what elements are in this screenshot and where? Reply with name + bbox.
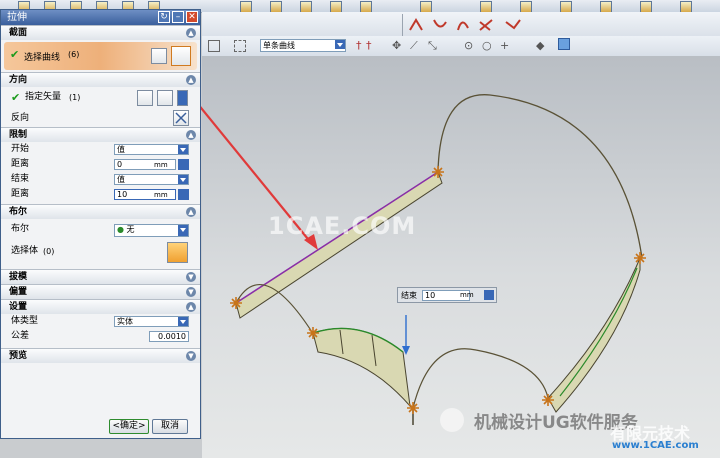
reset-icon[interactable]: ↻ [158, 11, 170, 23]
vector-label: 指定矢量 [25, 92, 62, 102]
vector-row[interactable]: ✔ 指定矢量 (1) [1, 87, 200, 109]
check-icon: ✔ [10, 48, 20, 61]
select-curve-label: 选择曲线 [24, 53, 61, 63]
collapse-icon[interactable]: ▲ [186, 302, 196, 312]
curve-icon[interactable] [171, 46, 191, 66]
float-unit: mm [460, 291, 474, 299]
watermark-site: www.1CAE.com [612, 440, 699, 451]
select-body-count: (0) [43, 247, 55, 256]
collapse-icon[interactable]: ▲ [186, 28, 196, 38]
watermark-center: 1CAE.COM [268, 212, 417, 240]
minimize-icon[interactable]: – [172, 11, 184, 23]
cancel-button[interactable]: 取消 [152, 419, 188, 434]
section-header-draft[interactable]: 拔模 ▼ [1, 269, 200, 284]
reverse-row[interactable]: 反向 [1, 109, 200, 127]
spin-icon[interactable] [178, 159, 189, 170]
select-body-label: 选择体 [11, 246, 39, 256]
select-body-row: 选择体 (0) [1, 241, 200, 265]
close-icon[interactable]: ✕ [186, 11, 198, 23]
section-header-direction[interactable]: 方向 ▲ [1, 72, 200, 87]
distance2-label: 距离 [11, 189, 30, 199]
body-type-select[interactable]: 实体 [114, 316, 189, 327]
select-curve-count: (6) [68, 50, 80, 59]
section-header-section[interactable]: 截面 ▲ [1, 25, 200, 40]
section-header-limits[interactable]: 限制 ▲ [1, 127, 200, 142]
wechat-logo-icon [440, 408, 464, 432]
distance2-row: 距离 10 mm [1, 187, 200, 202]
distance1-label: 距离 [11, 159, 30, 169]
dialog-title: 拉伸 [7, 12, 27, 23]
tolerance-input[interactable]: 0.0010 [149, 331, 189, 342]
vector-count: (1) [69, 93, 81, 102]
reverse-direction-icon[interactable] [173, 110, 189, 126]
boolean-label: 布尔 [11, 224, 30, 234]
distance1-unit: mm [154, 161, 168, 169]
end-row: 结束 值 [1, 172, 200, 187]
boolean-none-icon: ● [117, 225, 124, 234]
body-cube-icon[interactable] [167, 242, 188, 263]
distance1-row: 距离 0 mm [1, 157, 200, 172]
section-header-settings[interactable]: 设置 ▲ [1, 299, 200, 314]
vector-dialog-icon[interactable] [137, 90, 153, 106]
extrude-dialog: 拉伸 ↻ – ✕ 截面 ▲ ✔ 选择曲线 (6) 方向 ▲ ✔ 指定矢量 (1) 反… [0, 9, 201, 439]
chevron-down-icon[interactable] [177, 90, 188, 106]
ok-button[interactable]: <确定> [109, 419, 149, 434]
float-label: 结束 [401, 291, 417, 300]
start-label: 开始 [11, 144, 30, 154]
dialog-titlebar: 拉伸 ↻ – ✕ [1, 10, 200, 25]
expand-icon[interactable]: ▼ [186, 287, 196, 297]
collapse-icon[interactable]: ▲ [186, 75, 196, 85]
collapse-icon[interactable]: ▲ [186, 207, 196, 217]
select-curve-row[interactable]: ✔ 选择曲线 (6) [4, 42, 197, 70]
expand-icon[interactable]: ▼ [186, 272, 196, 282]
end-distance-floating-input: 结束 10 mm [397, 287, 497, 303]
expand-icon[interactable]: ▼ [186, 351, 196, 361]
end-label: 结束 [11, 174, 30, 184]
distance2-unit: mm [154, 191, 168, 199]
boolean-select[interactable]: ● 无 [114, 224, 189, 237]
end-select[interactable]: 值 [114, 174, 189, 185]
tolerance-label: 公差 [11, 331, 30, 341]
start-select[interactable]: 值 [114, 144, 189, 155]
section-header-boolean[interactable]: 布尔 ▲ [1, 204, 200, 219]
reverse-label: 反向 [11, 113, 30, 123]
body-type-label: 体类型 [11, 316, 39, 326]
start-row: 开始 值 [1, 142, 200, 157]
spin-icon[interactable] [178, 189, 189, 200]
body-type-row: 体类型 实体 [1, 314, 200, 329]
check-icon: ✔ [11, 91, 21, 104]
collapse-icon[interactable]: ▲ [186, 130, 196, 140]
section-header-offset[interactable]: 偏置 ▼ [1, 284, 200, 299]
boolean-row: 布尔 ● 无 [1, 219, 200, 241]
tolerance-row: 公差 0.0010 [1, 329, 200, 344]
section-header-preview[interactable]: 预览 ▼ [1, 348, 200, 363]
vector-type-icon[interactable] [157, 90, 173, 106]
spin-icon[interactable] [484, 290, 494, 300]
sketch-section-icon[interactable] [151, 48, 167, 64]
